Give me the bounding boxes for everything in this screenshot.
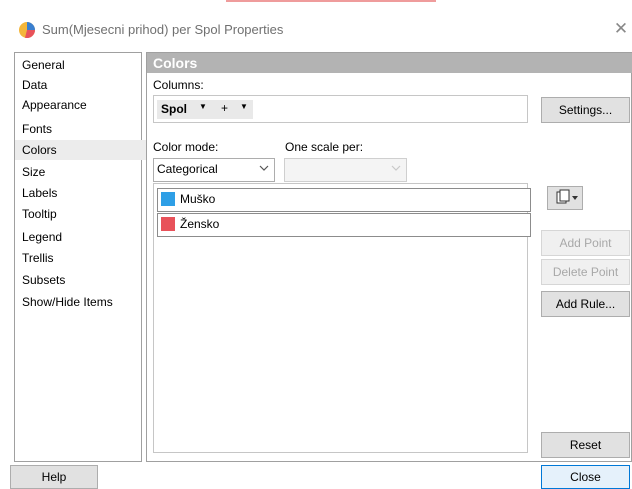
color-swatch[interactable] bbox=[161, 217, 175, 231]
delete-point-button[interactable]: Delete Point bbox=[541, 259, 630, 285]
color-mode-label: Color mode: bbox=[153, 140, 219, 154]
panel-title: Colors bbox=[153, 55, 198, 71]
window-title: Sum(Mjesecni prihod) per Spol Properties bbox=[42, 22, 284, 37]
one-scale-per-select bbox=[284, 158, 407, 182]
chevron-down-icon bbox=[391, 165, 401, 171]
column-dropdown-icon[interactable]: ▼ bbox=[199, 102, 207, 111]
help-button[interactable]: Help bbox=[10, 465, 98, 489]
category-label: Žensko bbox=[180, 217, 220, 231]
panel-header bbox=[147, 53, 632, 73]
category-label: Muško bbox=[180, 192, 216, 206]
settings-button[interactable]: Settings... bbox=[541, 97, 630, 123]
reset-button[interactable]: Reset bbox=[541, 432, 630, 458]
nav-item-legend[interactable]: Legend bbox=[22, 227, 62, 247]
nav-item-general[interactable]: General bbox=[22, 55, 65, 75]
nav-item-tooltip[interactable]: Tooltip bbox=[22, 204, 57, 224]
close-button[interactable]: Close bbox=[541, 465, 630, 489]
add-point-button[interactable]: Add Point bbox=[541, 230, 630, 256]
add-column-icon[interactable]: + bbox=[221, 101, 228, 115]
columns-label: Columns: bbox=[153, 78, 204, 92]
property-category-list: General Data Appearance Fonts Colors Siz… bbox=[14, 52, 148, 462]
nav-item-show-hide-items[interactable]: Show/Hide Items bbox=[22, 292, 113, 312]
nav-item-trellis[interactable]: Trellis bbox=[22, 248, 54, 268]
color-mode-value: Categorical bbox=[157, 162, 218, 176]
one-scale-per-label: One scale per: bbox=[285, 140, 364, 154]
column-name: Spol bbox=[161, 102, 187, 116]
nav-item-subsets[interactable]: Subsets bbox=[22, 270, 65, 290]
nav-item-appearance[interactable]: Appearance bbox=[22, 95, 87, 115]
list-item[interactable]: Žensko bbox=[157, 213, 531, 237]
nav-item-data[interactable]: Data bbox=[22, 75, 47, 95]
list-item[interactable]: Muško bbox=[157, 188, 531, 212]
close-icon[interactable]: ✕ bbox=[612, 20, 630, 38]
chevron-down-icon bbox=[259, 165, 269, 171]
copy-icon bbox=[556, 189, 578, 204]
copy-dropdown-button[interactable] bbox=[547, 186, 583, 210]
color-swatch[interactable] bbox=[161, 192, 175, 206]
pie-chart-icon bbox=[19, 22, 36, 39]
nav-item-fonts[interactable]: Fonts bbox=[22, 119, 52, 139]
nav-item-size[interactable]: Size bbox=[22, 162, 45, 182]
nav-item-labels[interactable]: Labels bbox=[22, 183, 57, 203]
nav-item-colors[interactable]: Colors bbox=[15, 140, 148, 160]
add-column-dropdown-icon[interactable]: ▼ bbox=[240, 102, 248, 111]
add-rule-button[interactable]: Add Rule... bbox=[541, 291, 630, 317]
title-accent-line bbox=[226, 0, 436, 2]
